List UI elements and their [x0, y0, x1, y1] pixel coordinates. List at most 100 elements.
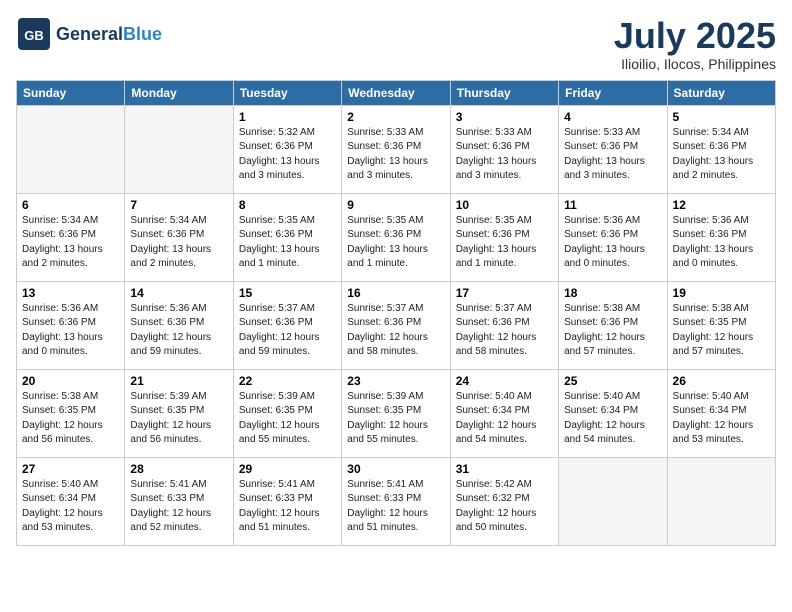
calendar-cell: 4 Sunrise: 5:33 AM Sunset: 6:36 PM Daylig… [559, 105, 667, 193]
day-number: 19 [673, 286, 770, 300]
calendar-cell: 9 Sunrise: 5:35 AM Sunset: 6:36 PM Daylig… [342, 193, 450, 281]
day-info: Sunrise: 5:41 AM Sunset: 6:33 PM Dayligh… [239, 478, 336, 536]
day-info: Sunrise: 5:32 AM Sunset: 6:36 PM Dayligh… [239, 126, 336, 184]
day-number: 29 [239, 462, 336, 476]
calendar-cell: 11 Sunrise: 5:36 AM Sunset: 6:36 PM Dayli… [559, 193, 667, 281]
calendar-cell: 23 Sunrise: 5:39 AM Sunset: 6:35 PM Dayli… [342, 369, 450, 457]
calendar-table: Sunday Monday Tuesday Wednesday Thursday… [16, 80, 776, 546]
calendar-cell: 18 Sunrise: 5:38 AM Sunset: 6:36 PM Dayli… [559, 281, 667, 369]
calendar-cell: 31Sunrise: 5:42 AM Sunset: 6:32 PM Dayli… [450, 457, 558, 545]
week-row-2: 6 Sunrise: 5:34 AM Sunset: 6:36 PM Daylig… [17, 193, 776, 281]
day-number: 10 [456, 198, 553, 212]
calendar-cell [667, 457, 775, 545]
day-info: Sunrise: 5:39 AM Sunset: 6:35 PM Dayligh… [239, 390, 336, 448]
day-number: 30 [347, 462, 444, 476]
day-number: 4 [564, 110, 661, 124]
calendar-cell: 2 Sunrise: 5:33 AM Sunset: 6:36 PM Daylig… [342, 105, 450, 193]
calendar-cell: 7 Sunrise: 5:34 AM Sunset: 6:36 PM Daylig… [125, 193, 233, 281]
header-tuesday: Tuesday [233, 80, 341, 105]
week-row-5: 27 Sunrise: 5:40 AM Sunset: 6:34 PM Dayli… [17, 457, 776, 545]
day-info: Sunrise: 5:41 AM Sunset: 6:33 PM Dayligh… [347, 478, 444, 536]
day-info: Sunrise: 5:36 AM Sunset: 6:36 PM Dayligh… [564, 214, 661, 272]
calendar-cell: 25Sunrise: 5:40 AM Sunset: 6:34 PM Dayli… [559, 369, 667, 457]
day-info: Sunrise: 5:38 AM Sunset: 6:36 PM Dayligh… [564, 302, 661, 360]
day-info: Sunrise: 5:34 AM Sunset: 6:36 PM Dayligh… [673, 126, 770, 184]
day-number: 17 [456, 286, 553, 300]
calendar-cell: 28 Sunrise: 5:41 AM Sunset: 6:33 PM Dayli… [125, 457, 233, 545]
day-number: 28 [130, 462, 227, 476]
calendar-cell: 21 Sunrise: 5:39 AM Sunset: 6:35 PM Dayli… [125, 369, 233, 457]
header-saturday: Saturday [667, 80, 775, 105]
day-number: 8 [239, 198, 336, 212]
header-wednesday: Wednesday [342, 80, 450, 105]
day-info: Sunrise: 5:35 AM Sunset: 6:36 PM Dayligh… [239, 214, 336, 272]
svg-text:GB: GB [24, 28, 44, 43]
day-number: 18 [564, 286, 661, 300]
calendar-cell [559, 457, 667, 545]
day-number: 15 [239, 286, 336, 300]
day-number: 20 [22, 374, 119, 388]
day-info: Sunrise: 5:35 AM Sunset: 6:36 PM Dayligh… [456, 214, 553, 272]
calendar-cell: 27 Sunrise: 5:40 AM Sunset: 6:34 PM Dayli… [17, 457, 125, 545]
day-number: 26 [673, 374, 770, 388]
calendar-cell: 12Sunrise: 5:36 AM Sunset: 6:36 PM Dayli… [667, 193, 775, 281]
header-friday: Friday [559, 80, 667, 105]
day-info: Sunrise: 5:36 AM Sunset: 6:36 PM Dayligh… [673, 214, 770, 272]
calendar-cell: 5 Sunrise: 5:34 AM Sunset: 6:36 PM Daylig… [667, 105, 775, 193]
calendar-cell: 8 Sunrise: 5:35 AM Sunset: 6:36 PM Daylig… [233, 193, 341, 281]
day-number: 2 [347, 110, 444, 124]
day-info: Sunrise: 5:38 AM Sunset: 6:35 PM Dayligh… [673, 302, 770, 360]
calendar-cell: 24 Sunrise: 5:40 AM Sunset: 6:34 PM Dayli… [450, 369, 558, 457]
title-area: July 2025 Ilioilio, Ilocos, Philippines [614, 16, 776, 72]
calendar-header-row: Sunday Monday Tuesday Wednesday Thursday… [17, 80, 776, 105]
week-row-4: 20 Sunrise: 5:38 AM Sunset: 6:35 PM Dayli… [17, 369, 776, 457]
day-number: 6 [22, 198, 119, 212]
day-info: Sunrise: 5:37 AM Sunset: 6:36 PM Dayligh… [456, 302, 553, 360]
day-info: Sunrise: 5:33 AM Sunset: 6:36 PM Dayligh… [456, 126, 553, 184]
day-info: Sunrise: 5:33 AM Sunset: 6:36 PM Dayligh… [564, 126, 661, 184]
day-info: Sunrise: 5:33 AM Sunset: 6:36 PM Dayligh… [347, 126, 444, 184]
day-number: 11 [564, 198, 661, 212]
day-info: Sunrise: 5:36 AM Sunset: 6:36 PM Dayligh… [130, 302, 227, 360]
day-info: Sunrise: 5:40 AM Sunset: 6:34 PM Dayligh… [456, 390, 553, 448]
calendar-cell [17, 105, 125, 193]
day-number: 14 [130, 286, 227, 300]
calendar-cell [125, 105, 233, 193]
day-info: Sunrise: 5:34 AM Sunset: 6:36 PM Dayligh… [130, 214, 227, 272]
day-number: 27 [22, 462, 119, 476]
day-number: 7 [130, 198, 227, 212]
day-info: Sunrise: 5:40 AM Sunset: 6:34 PM Dayligh… [22, 478, 119, 536]
day-number: 21 [130, 374, 227, 388]
calendar-cell: 19 Sunrise: 5:38 AM Sunset: 6:35 PM Dayli… [667, 281, 775, 369]
day-number: 23 [347, 374, 444, 388]
calendar-cell: 29 Sunrise: 5:41 AM Sunset: 6:33 PM Dayli… [233, 457, 341, 545]
calendar-cell: 14 Sunrise: 5:36 AM Sunset: 6:36 PM Dayli… [125, 281, 233, 369]
day-info: Sunrise: 5:35 AM Sunset: 6:36 PM Dayligh… [347, 214, 444, 272]
logo: GB GeneralBlue [16, 16, 162, 52]
calendar-cell: 15 Sunrise: 5:37 AM Sunset: 6:36 PM Dayli… [233, 281, 341, 369]
day-number: 24 [456, 374, 553, 388]
day-info: Sunrise: 5:41 AM Sunset: 6:33 PM Dayligh… [130, 478, 227, 536]
calendar-cell: 13Sunrise: 5:36 AM Sunset: 6:36 PM Dayli… [17, 281, 125, 369]
calendar-cell: 20 Sunrise: 5:38 AM Sunset: 6:35 PM Dayli… [17, 369, 125, 457]
day-info: Sunrise: 5:38 AM Sunset: 6:35 PM Dayligh… [22, 390, 119, 448]
month-title: July 2025 [614, 16, 776, 56]
day-number: 5 [673, 110, 770, 124]
day-info: Sunrise: 5:40 AM Sunset: 6:34 PM Dayligh… [673, 390, 770, 448]
calendar-cell: 26 Sunrise: 5:40 AM Sunset: 6:34 PM Dayli… [667, 369, 775, 457]
page-header: GB GeneralBlue July 2025 Ilioilio, Iloco… [16, 16, 776, 72]
calendar-cell: 16Sunrise: 5:37 AM Sunset: 6:36 PM Dayli… [342, 281, 450, 369]
day-info: Sunrise: 5:37 AM Sunset: 6:36 PM Dayligh… [239, 302, 336, 360]
day-info: Sunrise: 5:40 AM Sunset: 6:34 PM Dayligh… [564, 390, 661, 448]
day-number: 3 [456, 110, 553, 124]
day-info: Sunrise: 5:39 AM Sunset: 6:35 PM Dayligh… [130, 390, 227, 448]
calendar-cell: 22Sunrise: 5:39 AM Sunset: 6:35 PM Dayli… [233, 369, 341, 457]
day-number: 1 [239, 110, 336, 124]
day-number: 9 [347, 198, 444, 212]
logo-blue-text: Blue [123, 24, 162, 44]
day-info: Sunrise: 5:37 AM Sunset: 6:36 PM Dayligh… [347, 302, 444, 360]
day-info: Sunrise: 5:39 AM Sunset: 6:35 PM Dayligh… [347, 390, 444, 448]
day-number: 13 [22, 286, 119, 300]
day-number: 31 [456, 462, 553, 476]
calendar-cell: 6Sunrise: 5:34 AM Sunset: 6:36 PM Daylig… [17, 193, 125, 281]
